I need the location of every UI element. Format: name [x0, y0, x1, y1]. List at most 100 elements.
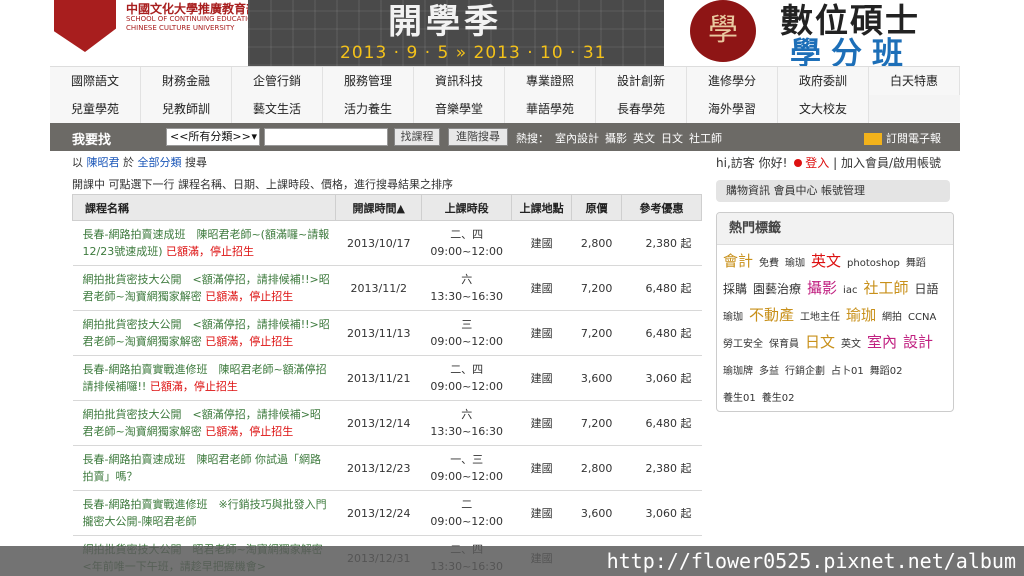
nav-item[interactable]: 兒教師訓: [141, 95, 232, 123]
tag-link[interactable]: 會計: [723, 252, 753, 270]
tag-link[interactable]: 英文: [841, 339, 861, 350]
tag-link[interactable]: 採購: [723, 282, 747, 296]
hot-term[interactable]: 社工師: [689, 132, 722, 145]
table-row[interactable]: 長春-網路拍賣實戰進修班 ※行銷技巧與批發入門攏密大公開-陳昭君老師 2013/1…: [72, 490, 702, 536]
tag-link[interactable]: 瑜珈: [785, 258, 805, 269]
tag-link[interactable]: CCNA: [908, 312, 936, 323]
nav-item[interactable]: 國際語文: [50, 67, 141, 95]
hot-term[interactable]: 日文: [661, 132, 683, 145]
nav-item[interactable]: 專業證照: [505, 67, 596, 95]
nav-item[interactable]: 政府委訓: [778, 67, 869, 95]
find-course-button[interactable]: 找課程: [394, 128, 440, 146]
advanced-search-button[interactable]: 進階搜尋: [448, 128, 508, 146]
nav-item[interactable]: 華語學苑: [505, 95, 596, 123]
nav-row-2: 兒童學苑 兒教師訓 藝文生活 活力養生 音樂學堂 華語學苑 長春學苑 海外學習 文大校友: [50, 95, 960, 123]
nav-item[interactable]: 文大校友: [778, 95, 869, 123]
tag-link[interactable]: 舞蹈: [906, 258, 926, 269]
tag-link[interactable]: 不動產: [749, 306, 794, 324]
promo-price: 6,480 起: [621, 400, 702, 446]
table-row[interactable]: 長春-網路拍賣實戰進修班 陳昭君老師~額滿停招請排候補囉!! 已額滿，停止招生 2…: [72, 355, 702, 401]
tag-link[interactable]: 室內: [867, 333, 897, 351]
enrollment-banner[interactable]: 開學季 2013 · 9 · 5 » 2013 · 10 · 31: [248, 0, 664, 66]
promo-price: 2,380 起: [621, 445, 702, 491]
school-logo[interactable]: 中國文化大學推廣教育部 SCHOOL OF CONTINUING EDUCATI…: [52, 0, 258, 66]
start-date: 2013/12/14: [335, 400, 422, 446]
tag-link[interactable]: 日文: [805, 333, 835, 351]
course-name-cell[interactable]: 長春-網路拍賣實戰進修班 ※行銷技巧與批發入門攏密大公開-陳昭君老師: [72, 490, 336, 536]
table-row[interactable]: 網拍批貨密技大公開 <額滿停招，請排候補!!>昭君老師~淘寶網獨家解密 已額滿，…: [72, 265, 702, 311]
logo-en2: CHINESE CULTURE UNIVERSITY: [126, 24, 235, 32]
nav-item[interactable]: 企管行銷: [232, 67, 323, 95]
table-row[interactable]: 網拍批貨密技大公開 <額滿停招，請排候補>昭君老師~淘寶網獨家解密 已額滿，停止…: [72, 400, 702, 446]
tag-link[interactable]: 瑜珈牌: [723, 366, 753, 377]
course-name-cell[interactable]: 長春-網路拍賣實戰進修班 陳昭君老師~額滿停招請排候補囉!! 已額滿，停止招生: [72, 355, 336, 401]
course-name-cell[interactable]: 網拍批貨密技大公開 <額滿停招，請排候補>昭君老師~淘寶網獨家解密 已額滿，停止…: [72, 400, 336, 446]
tag-link[interactable]: 攝影: [807, 279, 837, 297]
course-name-cell[interactable]: 網拍批貨密技大公開 <額滿停招，請排候補!!>昭君老師~淘寶網獨家解密 已額滿，…: [72, 310, 336, 356]
tag-link[interactable]: 勞工安全: [723, 339, 763, 350]
category-select[interactable]: <<所有分類>> ▾: [166, 128, 260, 146]
nav-item[interactable]: 資訊科技: [414, 67, 505, 95]
tag-link[interactable]: photoshop: [847, 258, 900, 269]
degree-banner[interactable]: 學 數位碩士 學分班: [664, 0, 1024, 72]
tag-link[interactable]: 養生01: [723, 393, 756, 404]
watermark-text: http://flower0525.pixnet.net/album: [606, 549, 1016, 573]
promo-price: 6,480 起: [621, 310, 702, 356]
course-name-cell[interactable]: 網拍批貨密技大公開 <額滿停招，請排候補!!>昭君老師~淘寶網獨家解密 已額滿，…: [72, 265, 336, 311]
nav-item[interactable]: 長春學苑: [596, 95, 687, 123]
nav-item[interactable]: 藝文生活: [232, 95, 323, 123]
course-name-link[interactable]: 長春-網路拍賣速成班 陳昭君老師 你試過「網路拍賣」嗎？: [83, 453, 321, 483]
tag-link[interactable]: iac: [843, 285, 857, 296]
hot-term[interactable]: 英文: [633, 132, 655, 145]
tag-link[interactable]: 英文: [811, 252, 841, 270]
hot-term[interactable]: 室內設計: [555, 132, 599, 145]
tag-link[interactable]: 設計: [903, 333, 933, 351]
class-hours: 09:00~12:00: [430, 335, 503, 348]
col-name[interactable]: 課程名稱: [71, 194, 337, 221]
tag-link[interactable]: 舞蹈02: [870, 366, 903, 377]
col-price[interactable]: 原價: [571, 194, 623, 221]
tag-link[interactable]: 工地主任: [800, 312, 840, 323]
col-place[interactable]: 上課地點: [511, 194, 573, 221]
tag-link[interactable]: 保育員: [769, 339, 799, 350]
course-name-link[interactable]: 長春-網路拍賣實戰進修班 ※行銷技巧與批發入門攏密大公開-陳昭君老師: [83, 498, 327, 528]
col-time[interactable]: 上課時段: [421, 194, 513, 221]
table-row[interactable]: 長春-網路拍賣速成班 陳昭君老師 你試過「網路拍賣」嗎？ 2013/12/23 一、…: [72, 445, 702, 491]
nav-item[interactable]: 財務金融: [141, 67, 232, 95]
table-row[interactable]: 長春-網路拍賣速成班 陳昭君老師~(額滿囉~請報12/23號速成班) 已額滿，停…: [72, 220, 702, 266]
tag-link[interactable]: 行銷企劃: [785, 366, 825, 377]
hot-term[interactable]: 攝影: [605, 132, 627, 145]
course-name-cell[interactable]: 長春-網路拍賣速成班 陳昭君老師~(額滿囉~請報12/23號速成班) 已額滿，停…: [72, 220, 336, 266]
course-name-cell[interactable]: 長春-網路拍賣速成班 陳昭君老師 你試過「網路拍賣」嗎？: [72, 445, 336, 491]
tag-link[interactable]: 瑜珈: [846, 306, 876, 324]
nav-item[interactable]: 設計創新: [596, 67, 687, 95]
table-row[interactable]: 網拍批貨密技大公開 <額滿停招，請排候補!!>昭君老師~淘寶網獨家解密 已額滿，…: [72, 310, 702, 356]
nav-item[interactable]: 活力養生: [323, 95, 414, 123]
tag-link[interactable]: 日語: [914, 282, 938, 296]
register-link[interactable]: 加入會員/啟用帳號: [841, 156, 941, 170]
tag-link[interactable]: 免費: [759, 258, 779, 269]
tag-link[interactable]: 占卜01: [831, 366, 864, 377]
nav-item[interactable]: 進修學分: [687, 67, 778, 95]
tag-link[interactable]: 網拍: [882, 312, 902, 323]
search-input[interactable]: [264, 128, 388, 146]
login-link[interactable]: 登入: [805, 156, 829, 170]
watermark-bar: http://flower0525.pixnet.net/album: [0, 546, 1024, 576]
nav-item[interactable]: 兒童學苑: [50, 95, 141, 123]
subscribe-link[interactable]: 訂閱電子報: [864, 130, 941, 146]
tag-link[interactable]: 社工師: [863, 279, 908, 297]
col-promo[interactable]: 參考優惠: [621, 194, 702, 221]
nav-item[interactable]: 海外學習: [687, 95, 778, 123]
crumb-term[interactable]: 陳昭君: [87, 156, 120, 169]
tag-link[interactable]: 園藝治療: [753, 282, 801, 296]
class-time: 二、四 09:00~12:00: [421, 220, 512, 266]
member-menu[interactable]: 購物資訊 會員中心 帳號管理: [716, 180, 950, 202]
nav-item[interactable]: 服務管理: [323, 67, 414, 95]
nav-item[interactable]: 音樂學堂: [414, 95, 505, 123]
crumb-scope[interactable]: 全部分類: [138, 156, 182, 169]
tag-link[interactable]: 多益: [759, 366, 779, 377]
nav-item[interactable]: 白天特惠: [869, 67, 960, 95]
tag-link[interactable]: 瑜珈: [723, 312, 743, 323]
col-date[interactable]: 開課時間▲: [335, 194, 423, 221]
tag-link[interactable]: 養生02: [762, 393, 795, 404]
